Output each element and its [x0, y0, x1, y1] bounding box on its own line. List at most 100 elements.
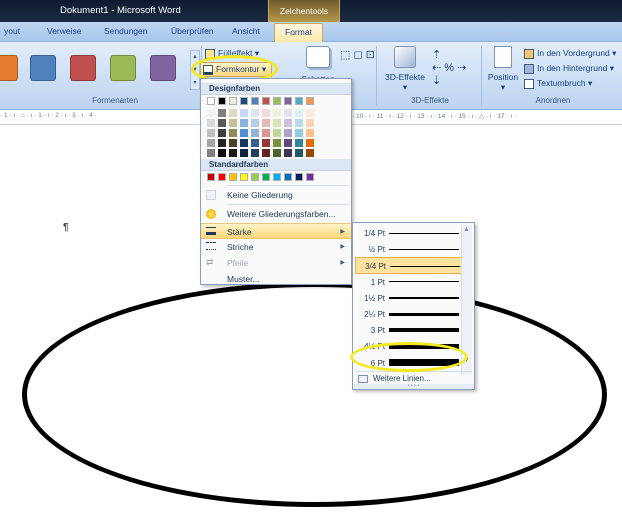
color-swatch[interactable] [251, 97, 259, 105]
ellipse-shape[interactable] [22, 282, 607, 507]
color-swatch[interactable] [273, 119, 281, 127]
3d-tilt-icons[interactable]: ⇡ ⇠ % ⇢ ⇣ [432, 48, 466, 87]
color-swatch[interactable] [229, 119, 237, 127]
in-den-hintergrund-button[interactable]: In den Hintergrund ▾ [524, 63, 614, 74]
position-button[interactable]: Position ▾ [484, 46, 522, 93]
color-swatch[interactable] [262, 149, 270, 157]
color-swatch[interactable] [240, 173, 248, 181]
color-swatch[interactable] [251, 129, 259, 137]
color-swatch[interactable] [240, 129, 248, 137]
color-swatch[interactable] [240, 139, 248, 147]
color-swatch[interactable] [207, 173, 215, 181]
color-swatch[interactable] [306, 119, 314, 127]
color-swatch[interactable] [306, 97, 314, 105]
weitere-farben-item[interactable]: Weitere Gliederungsfarben... [201, 206, 351, 222]
weight-option[interactable]: 3 Pt [355, 322, 462, 339]
color-swatch[interactable] [273, 173, 281, 181]
color-swatch[interactable] [306, 129, 314, 137]
tab-verweise[interactable]: Verweise [47, 26, 82, 36]
color-swatch[interactable] [229, 173, 237, 181]
color-swatch[interactable] [218, 149, 226, 157]
color-swatch[interactable] [240, 97, 248, 105]
staerke-item[interactable]: Stärke ▶ [201, 223, 351, 239]
color-swatch[interactable] [229, 129, 237, 137]
weight-option[interactable]: ½ Pt [355, 241, 462, 258]
color-swatch[interactable] [218, 119, 226, 127]
color-swatch[interactable] [218, 139, 226, 147]
color-swatch[interactable] [273, 139, 281, 147]
color-swatch[interactable] [207, 139, 215, 147]
color-swatch[interactable] [262, 129, 270, 137]
color-swatch[interactable] [262, 119, 270, 127]
color-swatch[interactable] [251, 119, 259, 127]
color-swatch[interactable] [284, 109, 292, 117]
color-swatch[interactable] [240, 149, 248, 157]
color-swatch[interactable] [262, 109, 270, 117]
color-swatch[interactable] [207, 109, 215, 117]
shadow-nudge-icons[interactable]: ⬚ ◻ ⊡ [340, 48, 375, 61]
color-swatch[interactable] [240, 119, 248, 127]
in-den-vordergrund-button[interactable]: In den Vordergrund ▾ [524, 48, 616, 59]
color-swatch[interactable] [273, 109, 281, 117]
shape-style-red[interactable] [70, 55, 96, 81]
color-swatch[interactable] [218, 173, 226, 181]
shape-style-orange[interactable] [0, 55, 18, 81]
tab-format[interactable]: Format [274, 23, 323, 43]
tab-ansicht[interactable]: Ansicht [232, 26, 260, 36]
weight-option[interactable]: 1½ Pt [355, 290, 462, 307]
color-swatch[interactable] [306, 173, 314, 181]
color-swatch[interactable] [295, 139, 303, 147]
color-swatch[interactable] [306, 109, 314, 117]
muster-item[interactable]: Muster... [201, 271, 351, 287]
color-swatch[interactable] [273, 129, 281, 137]
color-swatch[interactable] [295, 149, 303, 157]
color-swatch[interactable] [284, 173, 292, 181]
color-swatch[interactable] [207, 119, 215, 127]
color-swatch[interactable] [207, 97, 215, 105]
color-swatch[interactable] [229, 139, 237, 147]
color-swatch[interactable] [295, 109, 303, 117]
shape-style-green[interactable] [110, 55, 136, 81]
tab-layout[interactable]: yout [4, 26, 20, 36]
weight-option[interactable]: 3/4 Pt [355, 257, 462, 275]
color-swatch[interactable] [273, 149, 281, 157]
shape-style-blue[interactable] [30, 55, 56, 81]
color-swatch[interactable] [273, 97, 281, 105]
color-swatch[interactable] [229, 149, 237, 157]
weight-option[interactable]: 1 Pt [355, 274, 462, 291]
color-swatch[interactable] [218, 109, 226, 117]
color-swatch[interactable] [229, 109, 237, 117]
color-swatch[interactable] [262, 173, 270, 181]
color-swatch[interactable] [284, 119, 292, 127]
color-swatch[interactable] [262, 97, 270, 105]
color-swatch[interactable] [295, 119, 303, 127]
color-swatch[interactable] [218, 97, 226, 105]
textumbruch-button[interactable]: Textumbruch ▾ [524, 78, 592, 89]
resize-grip[interactable]: • • • • [353, 384, 474, 389]
color-swatch[interactable] [207, 149, 215, 157]
color-swatch[interactable] [251, 149, 259, 157]
color-swatch[interactable] [295, 129, 303, 137]
color-swatch[interactable] [251, 139, 259, 147]
color-swatch[interactable] [306, 149, 314, 157]
weight-option[interactable]: 1/4 Pt [355, 225, 462, 242]
color-swatch[interactable] [284, 129, 292, 137]
color-swatch[interactable] [284, 139, 292, 147]
color-swatch[interactable] [240, 109, 248, 117]
color-swatch[interactable] [207, 129, 215, 137]
color-swatch[interactable] [295, 173, 303, 181]
pfeile-item[interactable]: ⇄ Pfeile ▶ [201, 255, 351, 271]
striche-item[interactable]: Striche ▶ [201, 239, 351, 255]
color-swatch[interactable] [251, 109, 259, 117]
shape-style-purple[interactable] [150, 55, 176, 81]
color-swatch[interactable] [262, 139, 270, 147]
color-swatch[interactable] [284, 149, 292, 157]
tab-sendungen[interactable]: Sendungen [104, 26, 148, 36]
color-swatch[interactable] [218, 129, 226, 137]
keine-gliederung-item[interactable]: Keine Gliederung [201, 187, 351, 203]
color-swatch[interactable] [306, 139, 314, 147]
weight-option[interactable]: 2¼ Pt [355, 306, 462, 323]
color-swatch[interactable] [284, 97, 292, 105]
color-swatch[interactable] [229, 97, 237, 105]
color-swatch[interactable] [295, 97, 303, 105]
